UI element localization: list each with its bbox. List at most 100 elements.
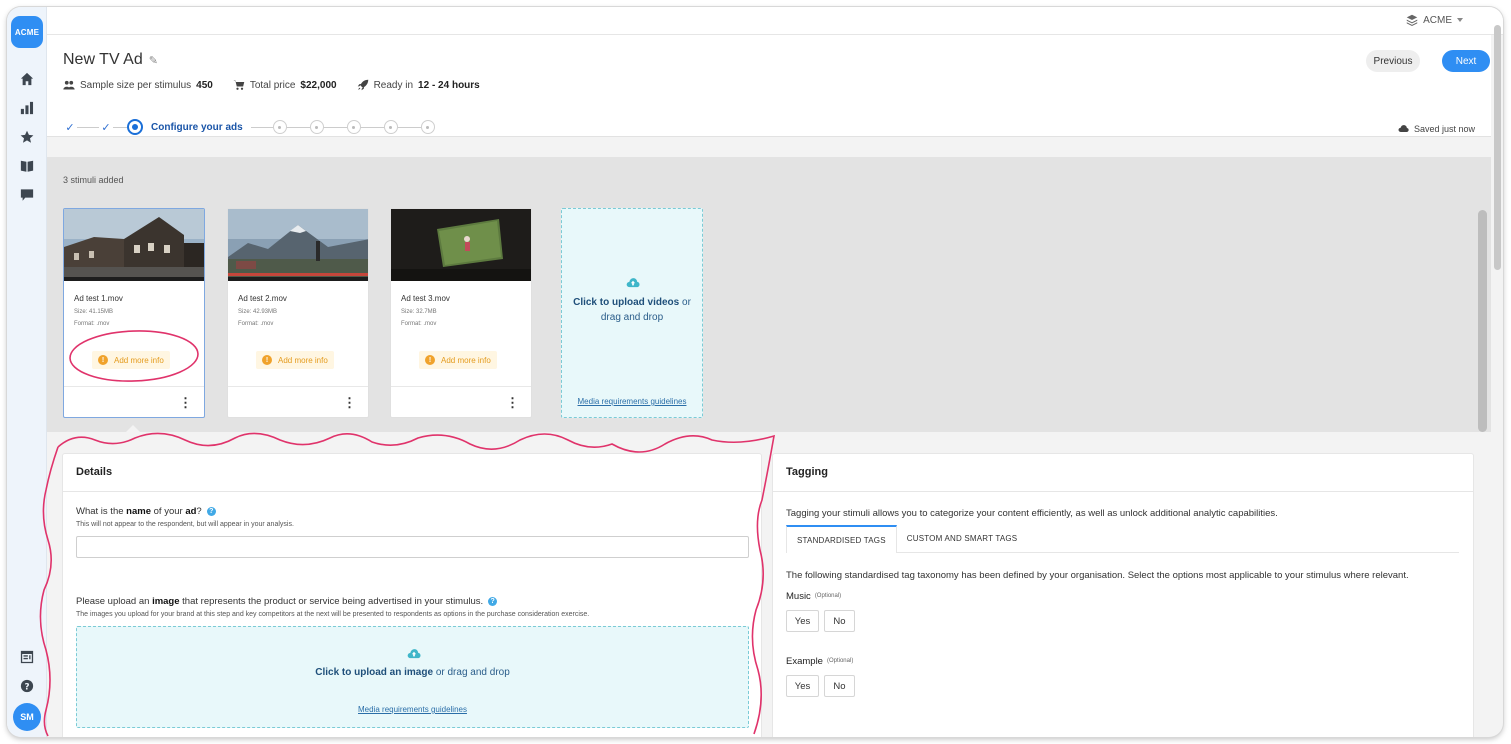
help-icon[interactable]: ? <box>488 596 498 606</box>
page-header: New TV Ad ✎ Sample size per stimulus 450… <box>47 35 1491 137</box>
stimuli-count: 3 stimuli added <box>63 175 124 185</box>
comment-icon[interactable] <box>18 186 36 204</box>
current-step-label: Configure your ads <box>151 121 243 133</box>
image-upload-dropzone[interactable]: Click to upload an image or drag and dro… <box>76 626 749 728</box>
more-options-icon[interactable]: ⋮ <box>506 396 519 410</box>
add-more-info-badge[interactable]: ! Add more info <box>92 351 170 369</box>
card-footer: ⋮ <box>64 386 204 418</box>
sample-size: Sample size per stimulus 450 <box>63 79 213 91</box>
star-icon[interactable] <box>18 128 36 146</box>
image-hint: The images you upload for your brand at … <box>76 611 590 618</box>
progress-stepper: ✓ ✓ Configure your ads <box>63 117 435 137</box>
top-bar: ACME <box>47 7 1503 35</box>
taxonomy-description: The following standardised tag taxonomy … <box>786 570 1409 581</box>
step-future-icon[interactable] <box>346 120 361 134</box>
step-future-icon[interactable] <box>272 120 287 134</box>
step-current-icon[interactable] <box>127 119 143 135</box>
org-switcher[interactable]: ACME <box>1406 14 1463 26</box>
user-avatar[interactable]: SM <box>13 703 41 731</box>
tagging-title: Tagging <box>773 454 1473 492</box>
details-panel: Details What is the name of your ad?? Th… <box>62 453 762 737</box>
card-file-format: Format: .mov <box>238 321 274 327</box>
warning-icon: ! <box>98 355 108 365</box>
music-tag-label: Music (Optional) <box>786 591 842 602</box>
video-upload-dropzone[interactable]: Click to upload videos or drag and drop … <box>561 208 703 418</box>
card-file-size: Size: 32.7MB <box>401 309 437 315</box>
step-connector <box>113 126 127 128</box>
selected-card-pointer <box>125 425 141 433</box>
project-meta: Sample size per stimulus 450 Total price… <box>63 79 480 91</box>
media-guidelines-link[interactable]: Media requirements guidelines <box>77 705 748 714</box>
card-file-name: Ad test 2.mov <box>238 294 287 303</box>
ad-name-input[interactable] <box>76 536 749 558</box>
more-options-icon[interactable]: ⋮ <box>343 396 356 410</box>
media-guidelines-link[interactable]: Media requirements guidelines <box>562 397 702 406</box>
example-yes-button[interactable]: Yes <box>786 675 819 697</box>
ad-title: New TV Ad <box>63 51 143 68</box>
page-title: New TV Ad ✎ <box>63 51 158 69</box>
ad-name-hint: This will not appear to the respondent, … <box>76 521 294 528</box>
acme-logo[interactable]: ACME <box>11 16 43 48</box>
step-future-icon[interactable] <box>309 120 324 134</box>
caret-down-icon <box>1457 18 1463 22</box>
warning-icon: ! <box>262 355 272 365</box>
save-status: Saved just now <box>1398 123 1475 134</box>
stimulus-card[interactable]: Ad test 2.mov Size: 42.93MB Format: .mov… <box>227 208 369 418</box>
layers-icon <box>1406 14 1418 26</box>
upload-videos-text: Click to upload videos or drag and drop <box>573 297 691 323</box>
add-more-info-badge[interactable]: ! Add more info <box>419 351 497 369</box>
stimuli-area: 3 stimuli added Ad test 1.mov Size: 41.1… <box>47 157 1491 432</box>
card-footer: ⋮ <box>391 386 531 418</box>
video-thumbnail <box>64 209 204 281</box>
rocket-icon <box>357 79 368 91</box>
card-footer: ⋮ <box>228 386 368 418</box>
step-connector <box>286 126 310 128</box>
card-file-size: Size: 42.93MB <box>238 309 278 315</box>
next-button[interactable]: Next <box>1442 50 1490 72</box>
example-tag-label: Example (Optional) <box>786 656 854 667</box>
tagging-panel: Tagging Tagging your stimuli allows you … <box>772 453 1474 737</box>
tagging-description: Tagging your stimuli allows you to categ… <box>786 508 1278 519</box>
cloud-upload-icon <box>407 649 421 659</box>
upload-image-text: Click to upload an image or drag and dro… <box>315 667 510 678</box>
add-more-info-badge[interactable]: ! Add more info <box>256 351 334 369</box>
step-future-icon[interactable] <box>383 120 398 134</box>
step-connector <box>323 126 347 128</box>
total-price: Total price $22,000 <box>233 79 337 91</box>
org-name: ACME <box>1423 14 1452 26</box>
music-yes-button[interactable]: Yes <box>786 610 819 632</box>
tab-custom-smart-tags[interactable]: CUSTOM AND SMART TAGS <box>897 525 1028 552</box>
table-icon[interactable] <box>18 648 36 666</box>
more-options-icon[interactable]: ⋮ <box>179 396 192 410</box>
step-1-check-icon[interactable]: ✓ <box>63 120 77 134</box>
stimulus-card[interactable]: Ad test 3.mov Size: 32.7MB Format: .mov … <box>390 208 532 418</box>
music-no-button[interactable]: No <box>824 610 855 632</box>
warning-icon: ! <box>425 355 435 365</box>
svg-text:?: ? <box>24 683 29 693</box>
previous-button[interactable]: Previous <box>1366 50 1420 72</box>
help-icon[interactable]: ? <box>206 506 216 516</box>
details-title: Details <box>63 454 761 492</box>
edit-pencil-icon[interactable]: ✎ <box>149 54 158 67</box>
bar-chart-icon[interactable] <box>18 99 36 117</box>
stimuli-scrollbar[interactable] <box>1478 210 1487 432</box>
help-icon[interactable]: ? <box>18 677 36 695</box>
tab-standardised-tags[interactable]: STANDARDISED TAGS <box>786 525 897 553</box>
page-scrollbar[interactable] <box>1494 25 1501 270</box>
sidebar: ACME ? SM <box>7 7 47 737</box>
step-connector <box>77 126 99 128</box>
cloud-check-icon <box>1398 125 1409 132</box>
image-question: Please upload an image that represents t… <box>76 596 498 607</box>
card-file-format: Format: .mov <box>401 321 437 327</box>
step-connector <box>360 126 384 128</box>
step-2-check-icon[interactable]: ✓ <box>99 120 113 134</box>
home-icon[interactable] <box>18 70 36 88</box>
step-connector <box>397 126 421 128</box>
book-icon[interactable] <box>18 157 36 175</box>
stimulus-card[interactable]: Ad test 1.mov Size: 41.15MB Format: .mov… <box>63 208 205 418</box>
example-no-button[interactable]: No <box>824 675 855 697</box>
video-thumbnail <box>228 209 368 281</box>
users-icon <box>63 80 75 90</box>
ready-in: Ready in 12 - 24 hours <box>357 79 480 91</box>
step-future-icon[interactable] <box>420 120 435 134</box>
